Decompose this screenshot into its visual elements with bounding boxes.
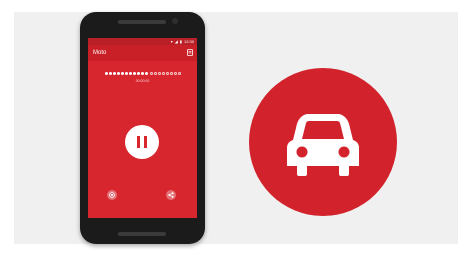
progress-dot: [117, 71, 121, 75]
share-button[interactable]: [166, 190, 176, 200]
pause-button[interactable]: [125, 125, 159, 159]
progress-dot: [121, 71, 125, 75]
battery-icon: ▮: [179, 39, 182, 44]
car-icon: [287, 114, 359, 176]
progress-dot: [109, 71, 113, 75]
progress-dot: [141, 71, 145, 75]
app-screen: ▾ ◢ ▮ 12:30 Moto 00:00:00: [88, 38, 197, 218]
showcase-background: ▾ ◢ ▮ 12:30 Moto 00:00:00: [14, 12, 458, 244]
stop-button[interactable]: [107, 190, 117, 200]
progress-dot: [157, 71, 161, 75]
progress-dot: [153, 71, 157, 75]
progress-dot: [177, 71, 181, 75]
progress-dot: [149, 71, 153, 75]
progress-dot: [133, 71, 137, 75]
app-title: Moto: [93, 50, 107, 56]
car-badge: [249, 68, 397, 216]
progress-dot: [169, 71, 173, 75]
phone-speaker-top: [118, 20, 166, 24]
phone-speaker-bottom: [118, 232, 166, 236]
progress-dot: [161, 71, 165, 75]
progress-dot: [105, 71, 108, 75]
progress-dots: [105, 70, 181, 76]
share-icon: [168, 192, 174, 198]
status-time: 12:30: [183, 39, 194, 44]
progress-dot: [113, 71, 117, 75]
wifi-icon: ▾: [170, 39, 173, 44]
elapsed-time: 00:00:00: [135, 79, 150, 83]
stop-icon: [109, 192, 115, 198]
progress-dot: [173, 71, 177, 75]
progress-dot: [145, 71, 149, 75]
pause-icon-bar-right: [144, 136, 147, 148]
status-bar: ▾ ◢ ▮ 12:30: [88, 38, 197, 45]
app-bar: Moto: [88, 45, 197, 61]
pause-icon-bar-left: [137, 136, 140, 148]
progress-dot: [129, 71, 133, 75]
progress-dot: [137, 71, 141, 75]
status-icons: ▾ ◢ ▮ 12:30: [171, 38, 194, 45]
phone-camera: [172, 18, 178, 24]
progress-dot: [165, 71, 169, 75]
menu-icon[interactable]: [187, 49, 193, 56]
signal-icon: ◢: [174, 39, 178, 44]
progress-dot: [125, 71, 129, 75]
